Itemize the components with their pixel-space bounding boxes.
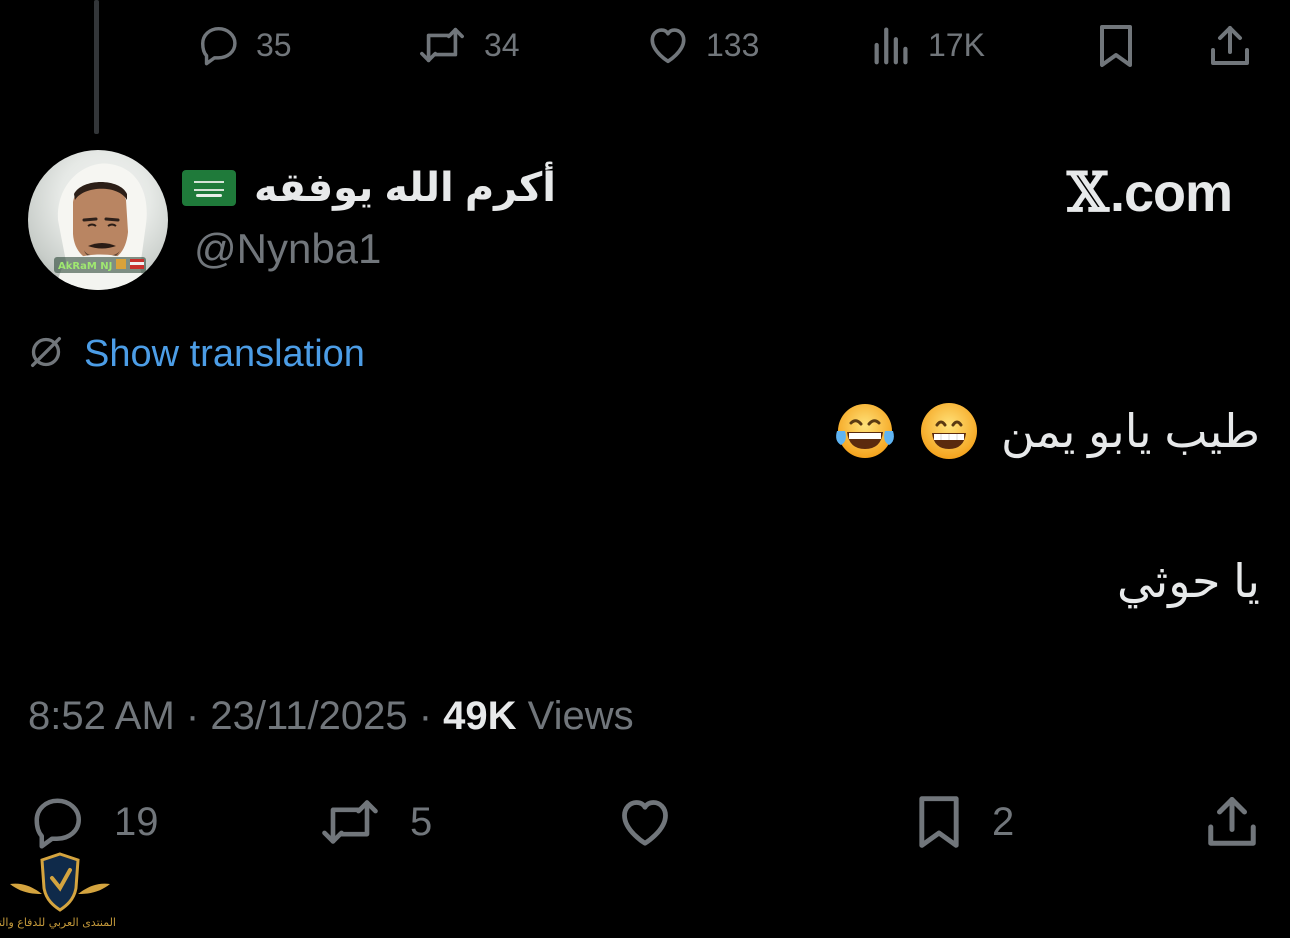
bookmark-icon — [1094, 22, 1138, 70]
avatar-portrait: AkRaM NJ — [54, 163, 147, 290]
grinning-face-emoji-icon — [919, 401, 979, 461]
thread-connector-line — [94, 0, 99, 134]
bookmark-button[interactable]: 2 — [912, 790, 1014, 854]
repost-icon — [414, 22, 470, 68]
prev-views-button[interactable]: 17K — [870, 22, 985, 68]
tweet-text-line-2: يا حوثي — [1117, 548, 1260, 614]
tweet-date: 23/11/2025 — [210, 694, 408, 738]
tweet-text-line-1: طيب يابو يمن — [836, 398, 1260, 464]
prev-like-button[interactable]: 133 — [644, 22, 759, 68]
repost-button[interactable]: 5 — [316, 792, 432, 852]
tweet-views-label: Views — [527, 694, 634, 738]
repost-count: 5 — [410, 799, 433, 844]
heart-icon — [614, 792, 676, 852]
tweet-views-count[interactable]: 49K — [443, 694, 516, 738]
heart-icon — [644, 22, 692, 68]
saudi-flag-icon — [181, 170, 236, 206]
tears-of-joy-emoji-icon — [836, 401, 897, 461]
prev-repost-button[interactable]: 34 — [414, 22, 520, 68]
tweet-time: 8:52 AM — [28, 694, 175, 738]
tweet-text-2: يا حوثي — [1117, 555, 1260, 607]
meta-separator-2: · — [418, 694, 433, 738]
share-icon — [1202, 792, 1262, 852]
bookmark-icon — [912, 790, 966, 854]
author-display-name: أكرم الله يوفقه — [253, 166, 556, 210]
show-translation-button[interactable]: Show translation — [26, 332, 365, 377]
avatar-caption: AkRaM NJ — [58, 261, 112, 272]
x-logo-icon: 𝕏 — [1067, 160, 1109, 224]
tweet-text-1: طيب يابو يمن — [1000, 405, 1260, 457]
prev-reply-button[interactable]: 35 — [196, 22, 292, 68]
author-name-row[interactable]: أكرم الله يوفقه — [181, 162, 556, 214]
repost-icon — [316, 792, 384, 852]
reply-count: 19 — [114, 799, 159, 844]
x-com-logo: 𝕏.com — [1067, 160, 1233, 224]
prev-reply-count: 35 — [256, 26, 292, 63]
prev-share-button[interactable] — [1206, 22, 1254, 70]
forum-watermark: المنتدى العربي للدفاع والتسليح — [0, 848, 116, 938]
prev-like-count: 133 — [706, 26, 760, 63]
like-button[interactable] — [614, 792, 676, 852]
avatar[interactable]: AkRaM NJ — [28, 150, 168, 290]
prev-repost-count: 34 — [484, 26, 520, 63]
reply-icon — [196, 22, 242, 68]
watermark-text: المنتدى العربي للدفاع والتسليح — [0, 916, 116, 929]
reply-icon — [28, 792, 88, 852]
show-translation-label: Show translation — [84, 333, 365, 375]
prev-views-count: 17K — [928, 26, 985, 63]
bookmark-count: 2 — [992, 799, 1015, 844]
brand-domain: .com — [1109, 163, 1233, 223]
analytics-icon — [870, 22, 914, 68]
shield-logo-icon — [10, 852, 110, 912]
prev-bookmark-button[interactable] — [1094, 22, 1138, 70]
author-handle[interactable]: @Nynba1 — [194, 225, 381, 273]
share-button[interactable] — [1202, 792, 1262, 852]
reply-button[interactable]: 19 — [28, 792, 159, 852]
translate-icon — [26, 332, 66, 377]
tweet-meta: 8:52 AM · 23/11/2025 · 49K Views — [28, 694, 634, 739]
meta-separator-1: · — [185, 694, 200, 738]
share-icon — [1206, 22, 1254, 70]
